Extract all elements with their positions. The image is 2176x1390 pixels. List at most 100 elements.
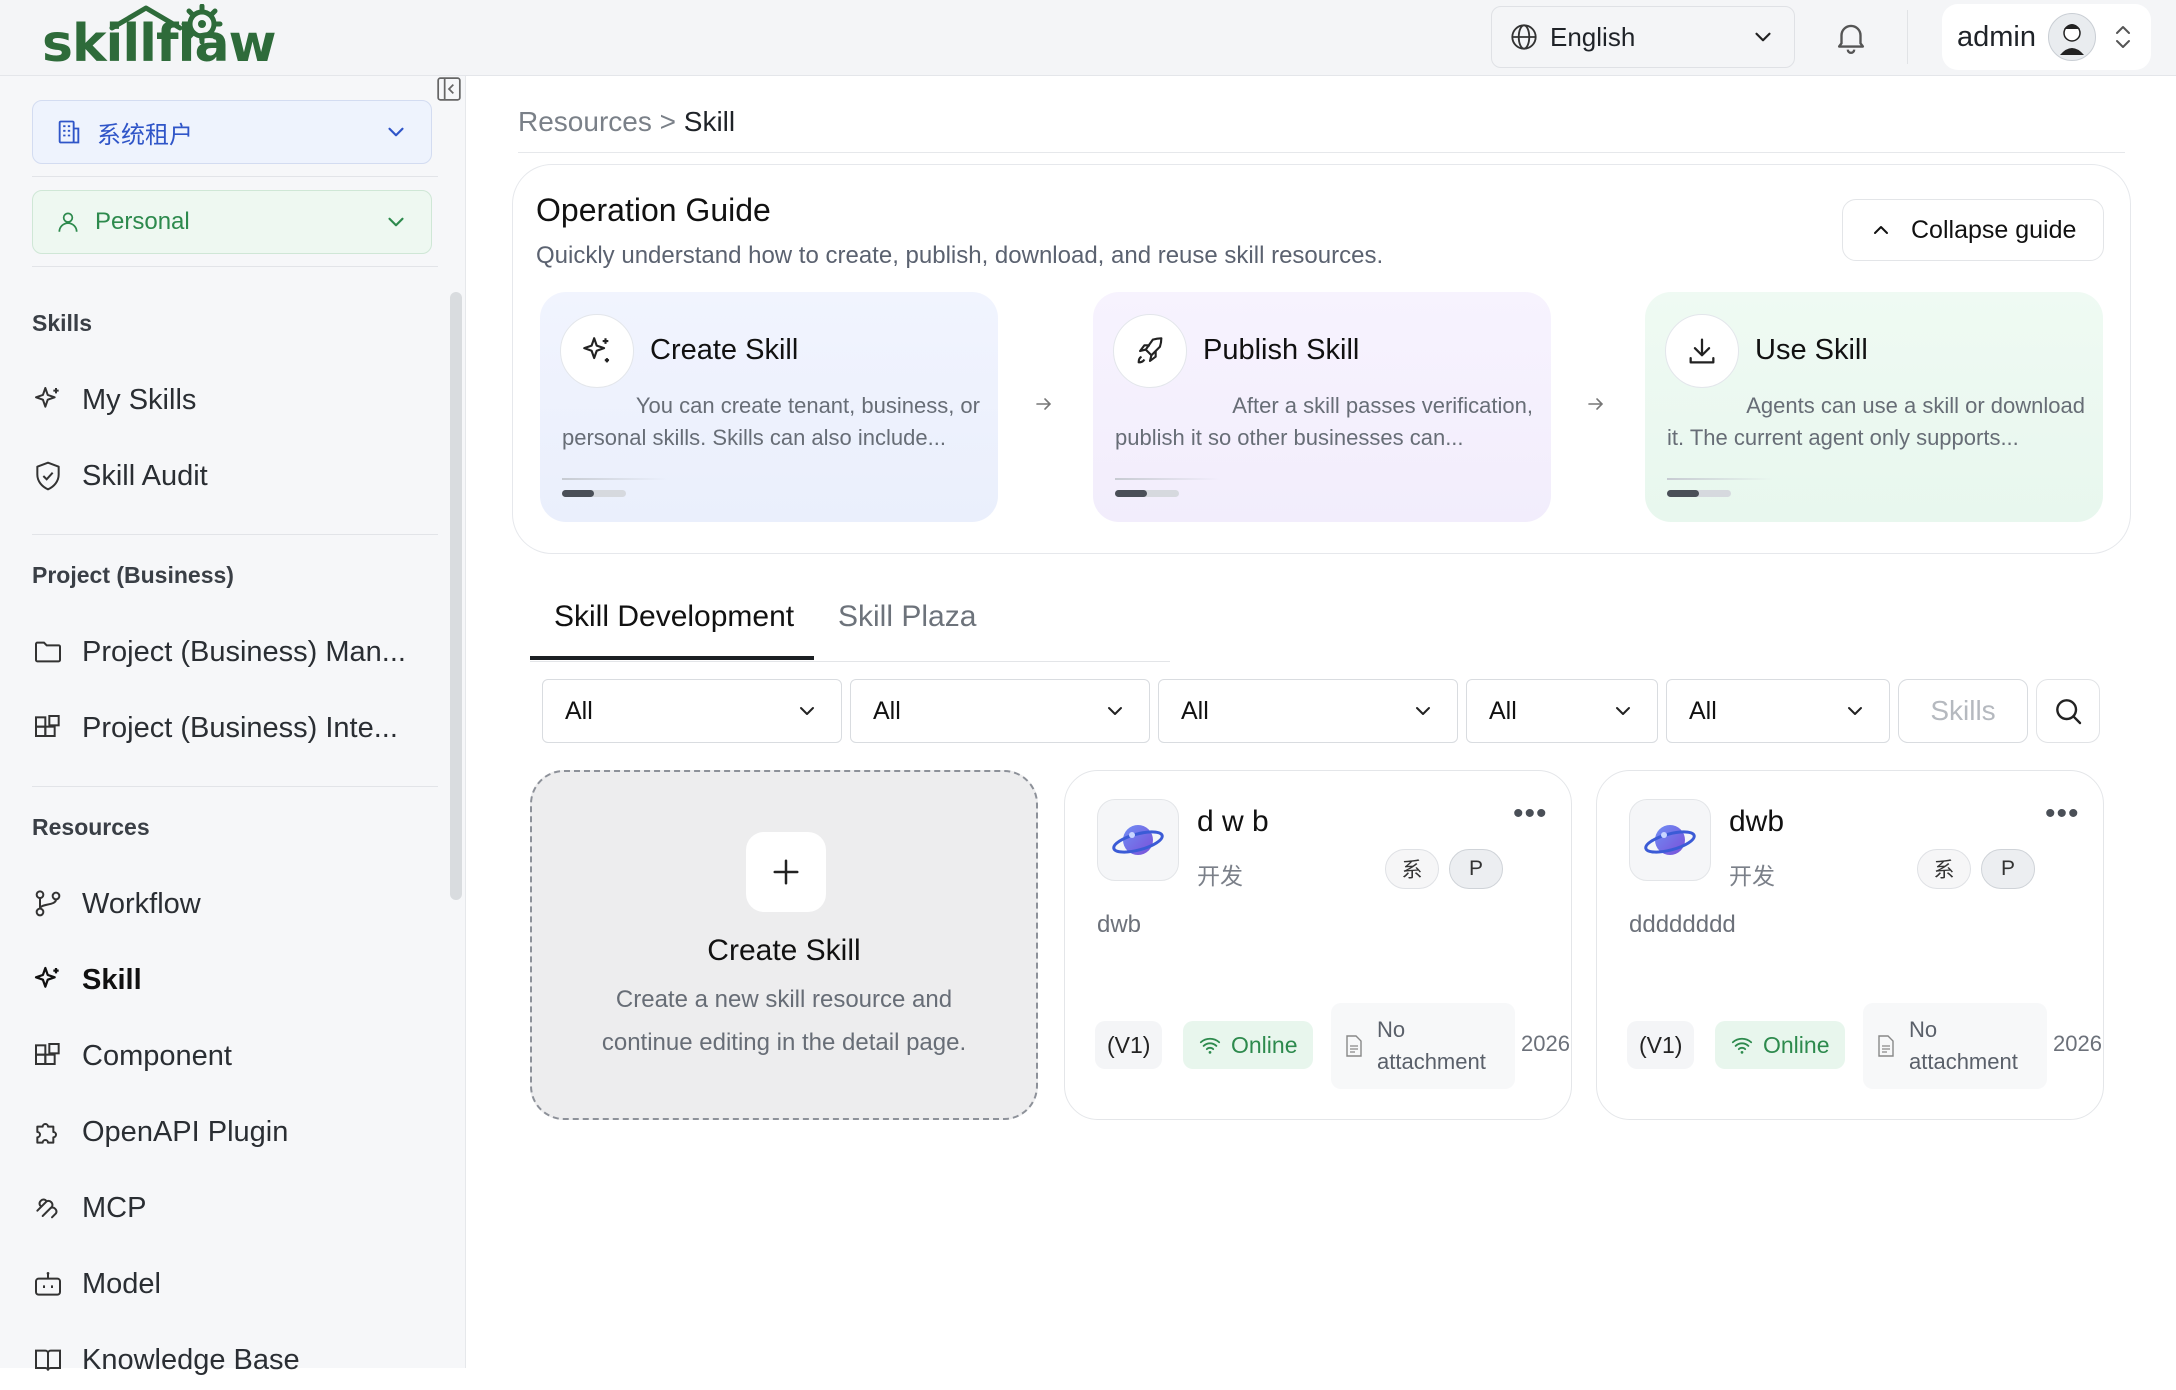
step-progress-track	[562, 478, 667, 480]
filter-select-1[interactable]: All	[542, 679, 842, 743]
step-progress-track	[1115, 478, 1220, 480]
tabs-divider	[530, 661, 1170, 662]
attachment-text: attachment	[1909, 1049, 2018, 1074]
step-description-line: it. The current agent only supports...	[1667, 425, 2019, 450]
chevron-down-icon	[388, 127, 404, 137]
search-button[interactable]	[2036, 679, 2100, 743]
step-description: After a skill passes verification, publi…	[1115, 390, 1533, 454]
mcp-icon	[36, 1198, 58, 1219]
skill-date: 2026	[1521, 1031, 1570, 1056]
sidebar-item-project-integration[interactable]: Project (Business) Inte...	[32, 698, 398, 758]
sidebar-item-my-skills[interactable]: My Skills	[32, 370, 196, 430]
step-description-line: After a skill passes verification,	[1232, 393, 1533, 418]
skill-date: 2026	[2053, 1031, 2102, 1056]
arrow-right-icon	[1036, 398, 1052, 410]
step-progress-track	[1667, 478, 1772, 480]
step-progress	[1667, 490, 1731, 497]
skill-logo	[1629, 799, 1711, 881]
filter-value: All	[1181, 696, 1209, 725]
plus-icon	[773, 859, 799, 885]
sidebar-item-label: OpenAPI Plugin	[82, 1115, 289, 1148]
step-icon-wrap	[1665, 314, 1739, 388]
step-description-line: personal skills. Skills can also include…	[562, 425, 946, 450]
chevron-down-icon	[1416, 707, 1430, 715]
skill-category: 开发	[1197, 863, 1243, 889]
status-badge: Online	[1715, 1021, 1846, 1069]
attachment-text: No	[1377, 1017, 1406, 1042]
create-skill-card[interactable]: Create Skill Create a new skill resource…	[530, 770, 1038, 1120]
puzzle-icon	[36, 1123, 57, 1144]
attachment-text: attachment	[1377, 1049, 1486, 1074]
status-label: Online	[1763, 1031, 1830, 1058]
guide-title: Operation Guide	[536, 192, 771, 228]
breadcrumb: Resources > Skill	[518, 106, 735, 138]
sidebar-item-mcp[interactable]: MCP	[32, 1178, 146, 1238]
chevron-down-icon	[1848, 707, 1862, 715]
filter-select-5[interactable]: All	[1666, 679, 1890, 743]
guide-step-publish[interactable]: Publish Skill After a skill passes verif…	[1093, 292, 1551, 522]
sidebar-item-openapi-plugin[interactable]: OpenAPI Plugin	[32, 1102, 288, 1162]
file-icon	[1346, 1035, 1362, 1057]
sidebar-item-skill-audit[interactable]: Skill Audit	[32, 446, 208, 506]
active-tab-indicator	[530, 656, 814, 660]
breadcrumb-separator: >	[659, 106, 676, 137]
sidebar-item-component[interactable]: Component	[32, 1026, 232, 1086]
filter-select-2[interactable]: All	[850, 679, 1150, 743]
sidebar-item-model[interactable]: Model	[32, 1254, 161, 1314]
tenant-select[interactable]: 系统租户	[32, 100, 432, 164]
filter-value: All	[1689, 696, 1717, 725]
more-options-button[interactable]: •••	[1513, 797, 1548, 831]
sidebar-item-label: MCP	[82, 1191, 147, 1224]
guide-step-use[interactable]: Use Skill Agents can use a skill or down…	[1645, 292, 2103, 522]
step-title: Create Skill	[650, 334, 799, 366]
tab-skill-plaza[interactable]: Skill Plaza	[838, 600, 976, 634]
chevron-down-icon	[1108, 707, 1122, 715]
notifications-button[interactable]	[1832, 18, 1870, 56]
step-progress	[1115, 490, 1179, 497]
filter-select-3[interactable]: All	[1158, 679, 1458, 743]
skill-card[interactable]: d w b 开发 ••• 系 P dwb (V1) Online No attac…	[1064, 770, 1572, 1120]
step-progress	[562, 490, 626, 497]
skill-name: d w b	[1197, 805, 1269, 838]
language-select[interactable]: English	[1491, 6, 1795, 68]
header-divider	[1907, 10, 1908, 64]
section-title-project: Project (Business)	[32, 562, 234, 588]
sidebar-divider	[32, 266, 438, 267]
bell-icon	[1837, 24, 1865, 54]
more-options-button[interactable]: •••	[2045, 797, 2080, 831]
tab-skill-development[interactable]: Skill Development	[554, 600, 794, 634]
sidebar-item-knowledge-base[interactable]: Knowledge Base	[32, 1330, 300, 1390]
username: admin	[1957, 20, 2036, 53]
collapse-sidebar-button[interactable]	[436, 76, 462, 102]
scope-value: Personal	[95, 208, 190, 235]
planet-icon	[1644, 825, 1696, 855]
tenant-value: 系统租户	[97, 121, 193, 149]
status-badge: Online	[1183, 1021, 1314, 1069]
scope-badge: 系	[1917, 849, 1971, 889]
section-title-skills: Skills	[32, 310, 93, 336]
sidebar-item-label: Component	[82, 1039, 232, 1072]
step-description-line: publish it so other businesses can...	[1115, 425, 1464, 450]
skill-description: dwb	[1097, 911, 1142, 938]
sidebar-item-label: Project (Business) Inte...	[82, 711, 398, 744]
sidebar-divider	[32, 176, 438, 177]
filter-select-4[interactable]: All	[1466, 679, 1658, 743]
sidebar-item-label: Project (Business) Man...	[82, 635, 406, 668]
breadcrumb-parent[interactable]: Resources	[518, 106, 652, 137]
guide-step-create[interactable]: Create Skill You can create tenant, busi…	[540, 292, 998, 522]
sidebar-item-workflow[interactable]: Workflow	[32, 874, 201, 934]
scope-select[interactable]: Personal	[32, 190, 432, 254]
filter-value: All	[565, 696, 593, 725]
search-input[interactable]: Skills	[1898, 679, 2028, 743]
skill-card[interactable]: dwb 开发 ••• 系 P dddddddd (V1) Online No at…	[1596, 770, 2104, 1120]
filter-value: All	[873, 696, 901, 725]
sidebar-item-skill[interactable]: Skill	[32, 950, 142, 1010]
collapse-guide-button[interactable]: Collapse guide	[1842, 199, 2104, 261]
user-menu[interactable]: admin	[1942, 4, 2151, 70]
sidebar-scrollbar[interactable]	[450, 292, 462, 900]
attachment-text: No	[1909, 1017, 1938, 1042]
user-icon	[58, 212, 78, 232]
logo[interactable]: skillflaw	[20, 4, 300, 76]
sidebar-item-project-management[interactable]: Project (Business) Man...	[32, 622, 406, 682]
type-badge: P	[1449, 849, 1503, 889]
